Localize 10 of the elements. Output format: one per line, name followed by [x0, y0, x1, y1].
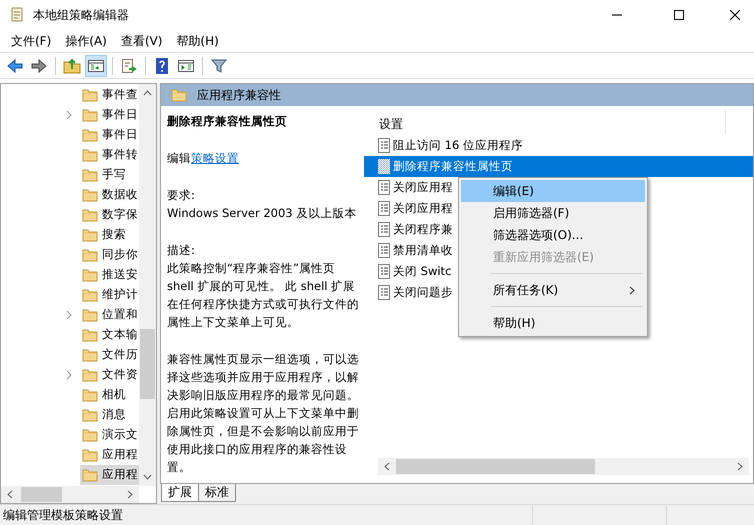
status-text: 编辑管理模板策略设置 — [2, 507, 124, 524]
policy-title: 删除程序兼容性属性页 — [167, 113, 288, 130]
description-paragraph: 兼容性属性页显示一组选项，可以选择这些选项并应用于应用程序，以解决影响旧版应用程序的最常见问题。启用此策略设置可从上下文菜单中删除属性页，但是不会影响以前应用于使用此接口的应用程序的兼容性设置。 — [167, 351, 360, 476]
edit-label: 编辑 — [167, 151, 191, 165]
description-label: 描述: — [167, 242, 196, 259]
requirements-text: Windows Server 2003 及以上版本 — [167, 205, 358, 222]
pane-title: 应用程序兼容性 — [197, 87, 281, 104]
description-paragraph: 此策略控制“程序兼容性”属性页 shell 扩展的可见性。 此 shell 扩展在任何程序快捷方式或可执行文件的属性上下文菜单上可见。 — [167, 260, 360, 331]
requirements-label: 要求: — [167, 187, 196, 204]
window-title: 本地组策略编辑器 — [33, 7, 129, 24]
